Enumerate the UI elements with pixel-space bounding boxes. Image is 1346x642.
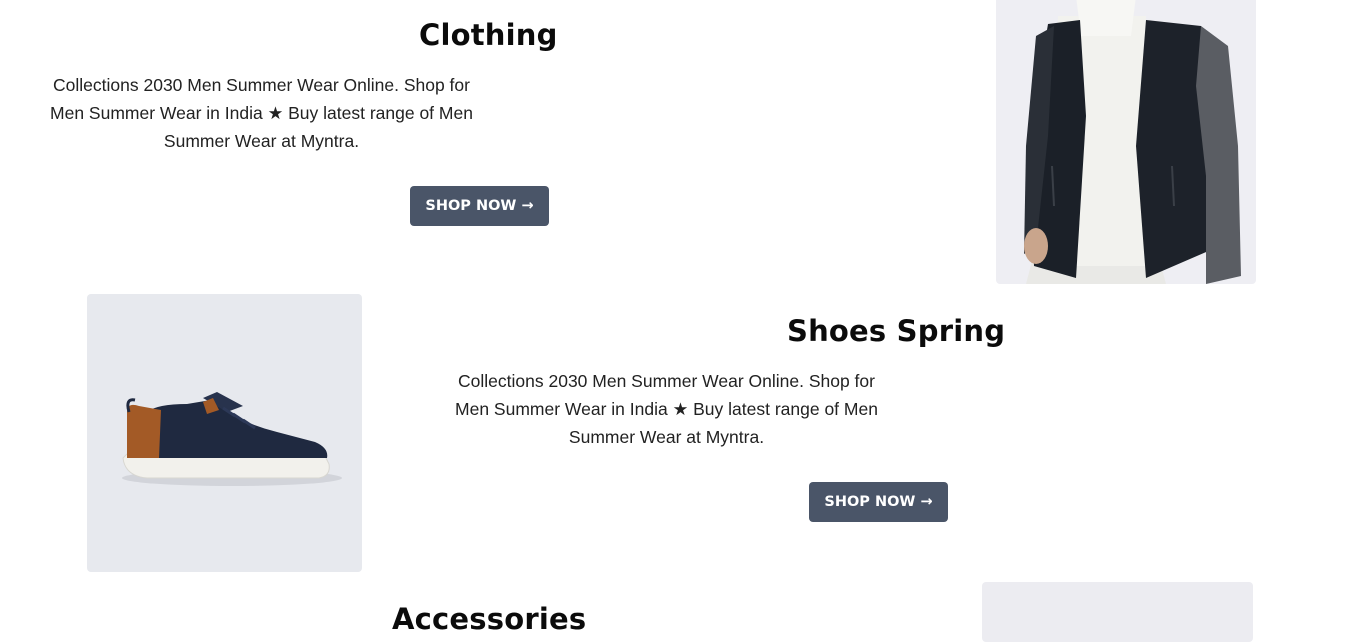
sneaker-product-photo-icon <box>122 392 342 486</box>
section-title-clothing: Clothing <box>419 18 558 52</box>
accessories-product-image[interactable] <box>982 582 1253 642</box>
section-title-accessories: Accessories <box>392 602 587 636</box>
shop-now-button-shoes-spring[interactable]: SHOP NOW → <box>809 482 948 522</box>
jacket-product-photo-icon <box>1024 0 1241 284</box>
section-description-clothing: Collections 2030 Men Summer Wear Online.… <box>50 75 473 151</box>
shop-now-button-clothing[interactable]: SHOP NOW → <box>410 186 549 226</box>
section-title-shoes-spring: Shoes Spring <box>787 314 1006 348</box>
shoes-product-image[interactable] <box>87 294 362 572</box>
section-description-shoes-spring: Collections 2030 Men Summer Wear Online.… <box>455 371 878 447</box>
clothing-product-image[interactable] <box>996 0 1256 284</box>
